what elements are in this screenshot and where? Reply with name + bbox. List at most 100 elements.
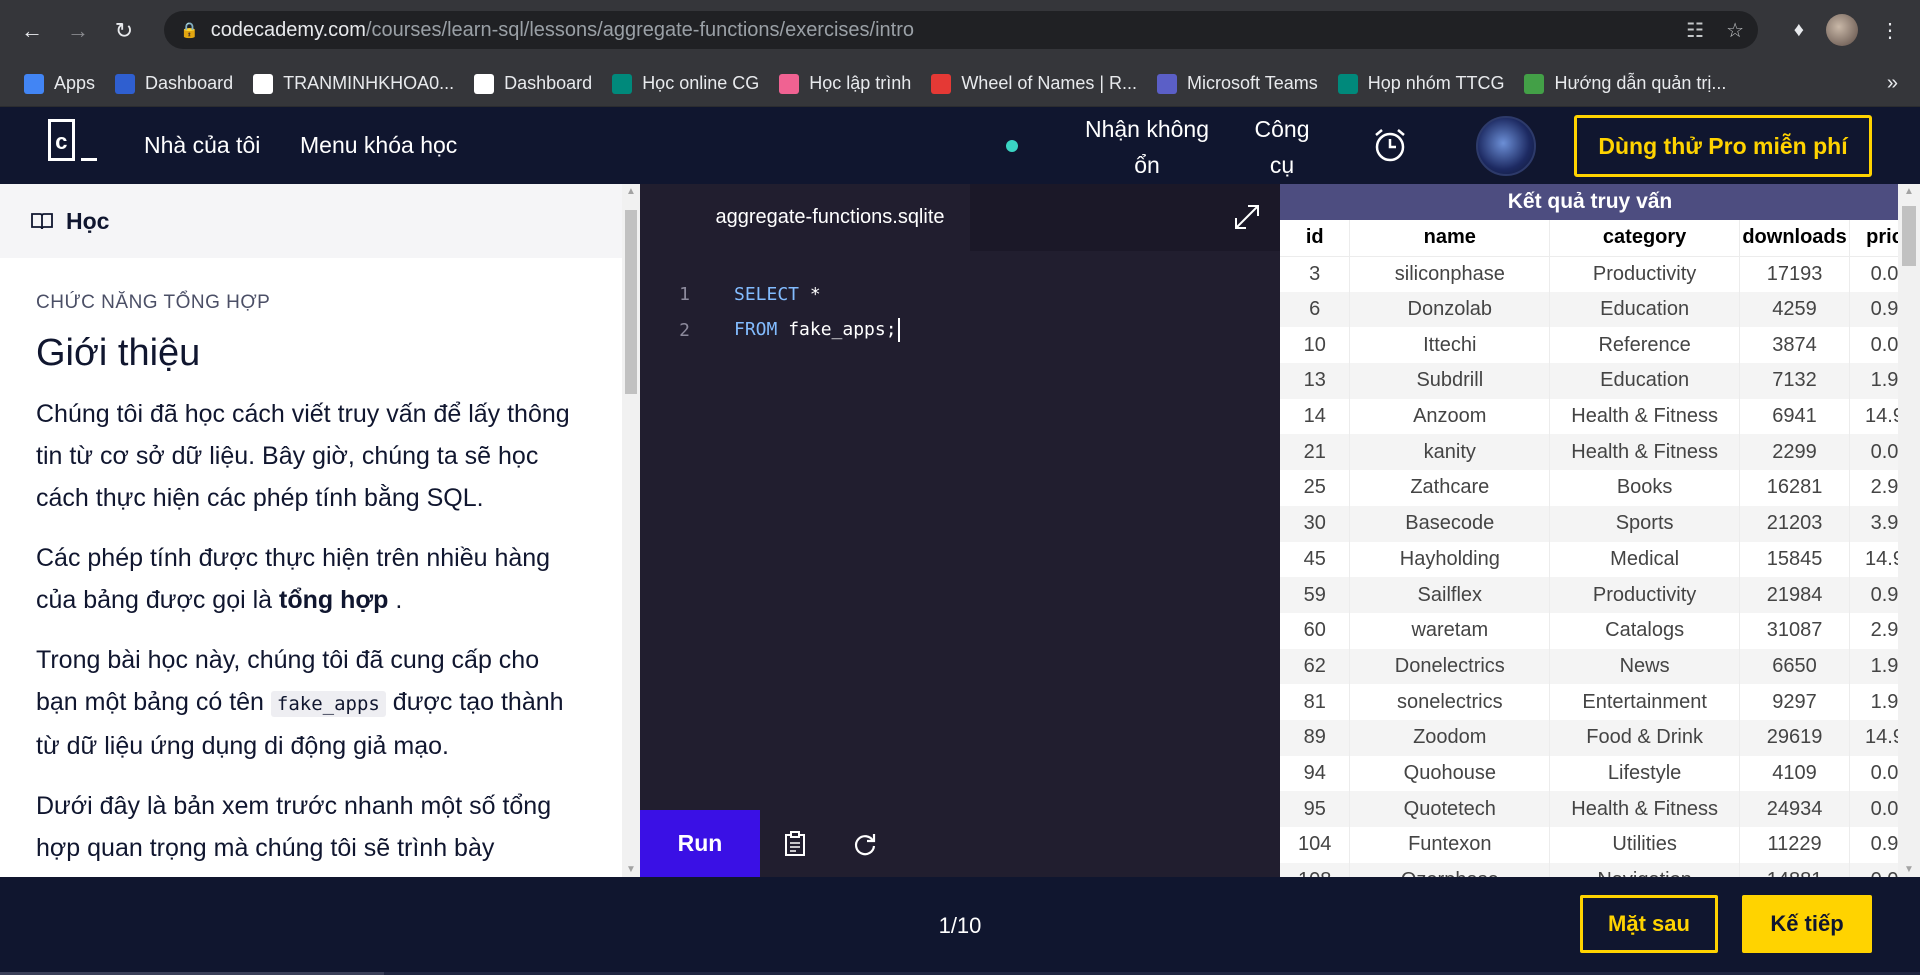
table-row: 60 waretam Catalogs 31087 2.9: [1280, 612, 1920, 649]
table-cell: Lifestyle: [1549, 755, 1741, 792]
code-line: 1 SELECT *: [640, 276, 1280, 312]
bookmark-item[interactable]: Họp nhóm TTCG: [1328, 68, 1515, 100]
bookmark-item[interactable]: Apps: [14, 68, 105, 100]
table-cell: Entertainment: [1549, 684, 1741, 720]
table-cell: Quotetech: [1349, 791, 1551, 827]
bookmark-item[interactable]: Học online CG: [602, 68, 769, 100]
lesson-paragraph: Chúng tôi đã học cách viết truy vấn để l…: [36, 400, 570, 512]
file-tab[interactable]: aggregate-functions.sqlite: [640, 184, 970, 251]
table-cell: News: [1549, 648, 1741, 685]
table-cell: 3: [1280, 256, 1351, 292]
chrome-menu-icon[interactable]: ⋮: [1880, 18, 1900, 43]
bookmark-item[interactable]: Wheel of Names | R...: [921, 68, 1147, 100]
back-button[interactable]: Mặt sau: [1580, 895, 1718, 953]
table-row: 62 Donelectrics News 6650 1.9: [1280, 648, 1920, 685]
document-icon: [1524, 73, 1545, 94]
alarm-clock-icon[interactable]: [1370, 125, 1410, 165]
wheel-icon: [931, 73, 952, 94]
table-cell: Education: [1549, 291, 1741, 328]
reload-icon[interactable]: ↻: [110, 17, 138, 45]
table-cell: 62: [1280, 648, 1351, 685]
table-cell: Medical: [1549, 541, 1741, 578]
clipboard-icon[interactable]: [780, 829, 810, 859]
exercise-counter[interactable]: 1/10: [900, 877, 1020, 975]
bookmark-label: Hướng dẫn quản trị...: [1554, 73, 1727, 93]
table-cell: Health & Fitness: [1549, 434, 1741, 471]
inline-code: fake_apps: [270, 691, 386, 717]
google-meet-icon: [1337, 73, 1358, 94]
next-button[interactable]: Kế tiếp: [1742, 895, 1872, 953]
column-header: id: [1280, 220, 1351, 257]
table-cell: 60: [1280, 612, 1351, 649]
column-header: downloads: [1739, 220, 1851, 257]
lesson-paragraph: Dưới đây là bản xem trước nhanh một số t…: [36, 792, 552, 862]
tools-link[interactable]: Công cụ: [1250, 111, 1314, 183]
table-cell: 15845: [1739, 541, 1851, 578]
forward-arrow-icon[interactable]: →: [64, 17, 92, 45]
table-cell: Navigation: [1549, 862, 1741, 877]
lesson-panel: Học CHỨC NĂNG TỔNG HỢP Giới thiệu Chúng …: [0, 184, 640, 877]
line-number: 2: [679, 319, 690, 341]
code-line: 2 FROM fake_apps;: [640, 312, 1280, 348]
table-cell: Ittechi: [1349, 327, 1551, 364]
lesson-paragraph: Trong bài học này, chúng tôi đã cung cấp…: [36, 646, 564, 760]
user-avatar[interactable]: [1476, 116, 1536, 176]
bookmark-item[interactable]: TRANMINHKHOA0...: [243, 68, 464, 100]
browser-profile-avatar[interactable]: [1826, 14, 1858, 46]
expand-icon[interactable]: [1232, 202, 1262, 232]
bookmark-item[interactable]: Dashboard: [105, 68, 243, 100]
results-table: id name category downloads pric 3 siliconphas…: [1280, 220, 1920, 877]
run-button[interactable]: Run: [640, 810, 760, 877]
codecademy-logo[interactable]: c: [48, 119, 108, 171]
address-bar[interactable]: 🔒 codecademy.com/courses/learn-sql/lesso…: [164, 11, 1758, 49]
extensions-puzzle-icon[interactable]: ♦: [1794, 19, 1804, 42]
table-cell: waretam: [1349, 612, 1551, 649]
bookmark-item[interactable]: Học lập trình: [769, 68, 921, 100]
code-editor[interactable]: 1 SELECT * 2 FROM fake_apps;: [640, 276, 1280, 348]
table-cell: 2299: [1739, 434, 1851, 471]
results-scrollbar[interactable]: ▲ ▼: [1898, 184, 1920, 877]
back-arrow-icon[interactable]: ←: [18, 17, 46, 45]
get-help-link[interactable]: Nhận không ổn: [1082, 111, 1212, 183]
table-cell: 24934: [1739, 791, 1851, 827]
nav-home-link[interactable]: Nhà của tôi: [144, 107, 260, 184]
table-cell: Catalogs: [1549, 612, 1741, 649]
nav-catalog-link[interactable]: Menu khóa học: [300, 107, 457, 184]
try-pro-button[interactable]: Dùng thử Pro miễn phí: [1574, 115, 1872, 177]
lesson-kicker: CHỨC NĂNG TỔNG HỢP: [36, 292, 271, 313]
site-header: c Nhà của tôi Menu khóa học Nhận không ổ…: [0, 107, 1920, 184]
table-cell: Education: [1549, 363, 1741, 399]
table-row: 108OzerphaseNavigation148810.0: [1280, 862, 1920, 877]
translate-icon[interactable]: ☷: [1686, 18, 1704, 43]
lesson-content: CHỨC NĂNG TỔNG HỢP Giới thiệu Chúng tôi …: [36, 292, 576, 869]
table-cell: 17193: [1739, 256, 1851, 292]
table-cell: 29619: [1739, 719, 1851, 756]
bookmark-item[interactable]: Microsoft Teams: [1147, 68, 1328, 100]
teams-icon: [1157, 73, 1178, 94]
table-cell: 14881: [1739, 862, 1851, 877]
book-icon: [31, 213, 53, 230]
bookmark-label: Dashboard: [145, 73, 234, 93]
table-row: 81 sonelectrics Entertainment 9297 1.9: [1280, 684, 1920, 720]
lesson-scrollbar[interactable]: ▲ ▼: [622, 184, 640, 877]
reset-icon[interactable]: [850, 829, 880, 859]
learn-tab[interactable]: Học: [0, 184, 640, 258]
table-cell: kanity: [1349, 434, 1551, 471]
table-cell: Reference: [1549, 327, 1741, 364]
table-cell: Health & Fitness: [1549, 791, 1741, 827]
table-cell: 4109: [1739, 755, 1851, 792]
lesson-footer: 1/10 Mặt sau Kế tiếp: [0, 877, 1920, 975]
bookmark-item[interactable]: Hướng dẫn quản trị...: [1514, 68, 1736, 100]
bookmark-item[interactable]: Dashboard: [464, 68, 602, 100]
bookmark-star-icon[interactable]: ☆: [1726, 18, 1744, 43]
table-cell: Utilities: [1549, 827, 1741, 863]
more-bookmarks-icon[interactable]: »: [1887, 72, 1898, 95]
table-cell: Funtexon: [1349, 827, 1551, 863]
bookmark-label: Dashboard: [504, 73, 593, 93]
table-cell: 3874: [1739, 327, 1851, 364]
table-cell: Quohouse: [1349, 755, 1551, 792]
lesson-title: Giới thiệu: [36, 332, 201, 374]
bookmarks-bar: Apps Dashboard TRANMINHKHOA0... Dashboard Họ…: [0, 61, 1920, 107]
status-indicator: [1006, 140, 1018, 152]
table-cell: 81: [1280, 684, 1351, 720]
